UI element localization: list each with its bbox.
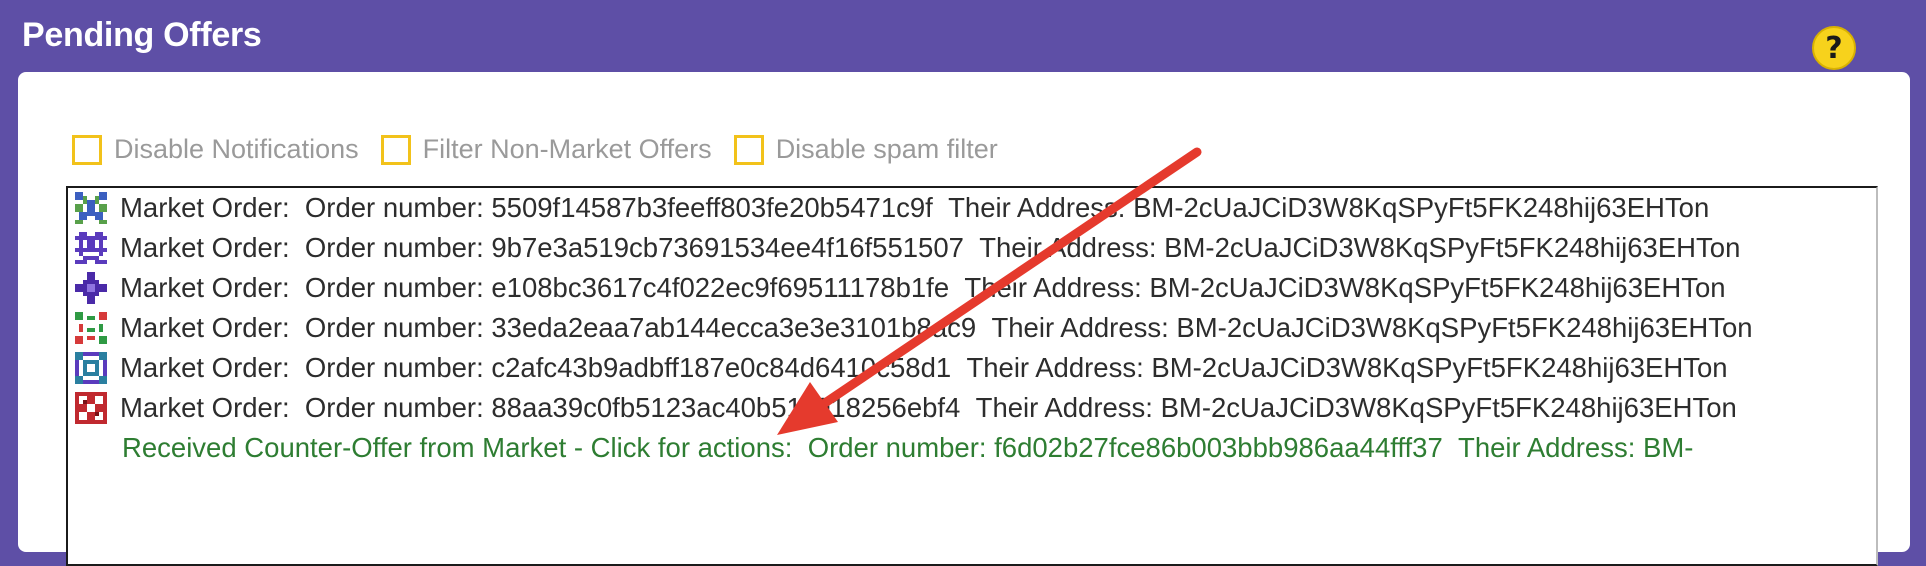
help-button[interactable]: ? (1812, 26, 1856, 70)
identicon-teal-icon (75, 352, 107, 384)
filter-non-market-label: Filter Non-Market Offers (422, 134, 712, 164)
offer-type: Market Order: (120, 392, 290, 423)
disable-spam-filter-label: Disable spam filter (775, 134, 998, 164)
order-number: 88aa39c0fb5123ac40b511018256ebf4 (491, 392, 961, 423)
offer-type: Market Order: (120, 192, 290, 223)
offer-row[interactable]: Market Order: Order number: 88aa39c0fb51… (68, 388, 1876, 428)
their-address: BM- (1643, 432, 1694, 463)
disable-spam-filter-checkbox[interactable] (733, 134, 764, 165)
filter-non-market-option[interactable]: Filter Non-Market Offers (380, 134, 712, 165)
their-address-label: Their Address: (975, 392, 1153, 423)
order-number-label: Order number: (807, 432, 987, 463)
counter-offer-text: Received Counter-Offer from Market - Cli… (122, 432, 793, 463)
order-number: 5509f14587b3feeff803fe20b5471c9f (491, 192, 933, 223)
their-address: BM-2cUaJCiD3W8KqSPyFt5FK248hij63EHTon (1176, 312, 1753, 343)
order-number-label: Order number: (304, 232, 484, 263)
offer-row[interactable]: Market Order: Order number: c2afc43b9adb… (68, 348, 1876, 388)
disable-notifications-label: Disable Notifications (114, 134, 359, 164)
their-address: BM-2cUaJCiD3W8KqSPyFt5FK248hij63EHTon (1160, 392, 1737, 423)
identicon-purple-icon (75, 232, 107, 264)
order-number-label: Order number: (304, 392, 484, 423)
their-address: BM-2cUaJCiD3W8KqSPyFt5FK248hij63EHTon (1151, 352, 1728, 383)
their-address-label: Their Address: (948, 192, 1126, 223)
order-number-label: Order number: (304, 192, 484, 223)
offer-row[interactable]: Market Order: Order number: 9b7e3a519cb7… (68, 228, 1876, 268)
offers-list[interactable]: Market Order: Order number: 5509f14587b3… (66, 186, 1878, 566)
identicon-violet-icon (75, 272, 107, 304)
order-number: e108bc3617c4f022ec9f69511178b1fe (491, 272, 950, 303)
their-address-label: Their Address: (979, 232, 1157, 263)
their-address-label: Their Address: (964, 272, 1142, 303)
window-title: Pending Offers (22, 16, 262, 54)
order-number-label: Order number: (304, 312, 484, 343)
their-address-label: Their Address: (991, 312, 1169, 343)
offer-row[interactable]: Market Order: Order number: e108bc3617c4… (68, 268, 1876, 308)
order-number-label: Order number: (304, 272, 484, 303)
their-address: BM-2cUaJCiD3W8KqSPyFt5FK248hij63EHTon (1133, 192, 1710, 223)
order-number: c2afc43b9adbff187e0c84d6410c58d1 (491, 352, 952, 383)
order-number-label: Order number: (304, 352, 484, 383)
identicon-blue-icon (75, 192, 107, 224)
offers-panel: Disable Notifications Filter Non-Market … (18, 72, 1910, 566)
their-address-label: Their Address: (966, 352, 1144, 383)
offer-row[interactable]: Market Order: Order number: 33eda2eaa7ab… (68, 308, 1876, 348)
offer-row[interactable]: Market Order: Order number: 5509f14587b3… (68, 188, 1876, 228)
identicon-green-icon (75, 312, 107, 344)
offer-type: Market Order: (120, 272, 290, 303)
order-number: f6d02b27fce86b003bbb986aa44fff37 (994, 432, 1443, 463)
disable-notifications-option[interactable]: Disable Notifications (72, 134, 359, 165)
disable-spam-filter-option[interactable]: Disable spam filter (733, 134, 998, 165)
disable-notifications-checkbox[interactable] (72, 134, 102, 165)
identicon-red-icon (75, 392, 107, 424)
their-address-label: Their Address: (1458, 432, 1636, 463)
their-address: BM-2cUaJCiD3W8KqSPyFt5FK248hij63EHTon (1149, 272, 1726, 303)
order-number: 9b7e3a519cb73691534ee4f16f551507 (491, 232, 964, 263)
filter-non-market-checkbox[interactable] (380, 134, 411, 165)
offer-type: Market Order: (120, 312, 290, 343)
their-address: BM-2cUaJCiD3W8KqSPyFt5FK248hij63EHTon (1164, 232, 1741, 263)
offer-type: Market Order: (120, 352, 290, 383)
order-number: 33eda2eaa7ab144ecca3e3e3101b8ac9 (491, 312, 977, 343)
options-bar: Disable Notifications Filter Non-Market … (72, 134, 1020, 165)
offer-type: Market Order: (120, 232, 290, 263)
counter-offer-row[interactable]: Received Counter-Offer from Market - Cli… (68, 428, 1876, 468)
